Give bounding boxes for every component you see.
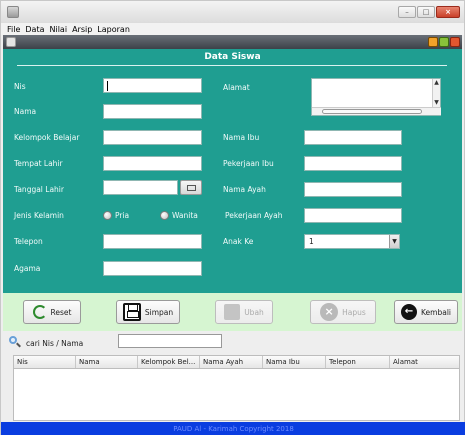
- menu-bar: File Data Nilai Arsip Laporan: [1, 23, 464, 35]
- label-nama: Nama: [14, 107, 37, 116]
- refresh-icon: [32, 305, 47, 319]
- frame-maximize-icon[interactable]: [439, 37, 449, 47]
- column-header-nis[interactable]: Nis: [14, 356, 76, 368]
- column-header-alamat[interactable]: Alamat: [390, 356, 459, 368]
- ubah-button[interactable]: Ubah: [215, 300, 273, 324]
- anak-ke-select[interactable]: 1 ▼: [304, 234, 400, 249]
- column-header-kelompok-belajar[interactable]: Kelompok Bel...: [138, 356, 200, 368]
- nis-input[interactable]: [103, 78, 202, 93]
- nama-ayah-input[interactable]: [304, 182, 402, 197]
- reset-button-label: Reset: [50, 307, 72, 317]
- ubah-button-label: Ubah: [244, 307, 264, 317]
- delete-icon: ×: [320, 303, 339, 321]
- button-bar: Reset Simpan Ubah × Hapus ← Kembali: [3, 293, 462, 331]
- form-panel: Data Siswa Nis Nama Kelompok Belajar Tem…: [3, 49, 462, 293]
- alamat-vertical-scrollbar[interactable]: ▲ ▼: [432, 79, 440, 108]
- app-window: – □ × File Data Nilai Arsip Laporan Data…: [0, 0, 465, 435]
- back-arrow-icon: ←: [401, 304, 417, 320]
- label-telepon: Telepon: [14, 237, 43, 246]
- menu-file[interactable]: File: [7, 25, 20, 34]
- window-controls: – □ ×: [397, 6, 460, 18]
- app-icon: [7, 6, 19, 18]
- scroll-down-icon[interactable]: ▼: [433, 99, 440, 107]
- menu-nilai[interactable]: Nilai: [50, 25, 68, 34]
- frame-minimize-icon[interactable]: [428, 37, 438, 47]
- form-title: Data Siswa: [204, 52, 261, 62]
- label-nama-ibu: Nama Ibu: [223, 133, 260, 142]
- siswa-table[interactable]: Nis Nama Kelompok Bel... Nama Ayah Nama …: [13, 355, 460, 421]
- column-header-nama-ibu[interactable]: Nama Ibu: [263, 356, 326, 368]
- menu-arsip[interactable]: Arsip: [72, 25, 92, 34]
- label-pekerjaan-ibu: Pekerjaan Ibu: [223, 159, 274, 168]
- frame-controls: [427, 37, 460, 47]
- table-header: Nis Nama Kelompok Bel... Nama Ayah Nama …: [14, 356, 459, 369]
- kelompok-belajar-input[interactable]: [103, 130, 202, 145]
- hapus-button[interactable]: × Hapus: [310, 300, 376, 324]
- search-label: cari Nis / Nama: [26, 339, 84, 348]
- label-tanggal-lahir: Tanggal Lahir: [14, 185, 64, 194]
- label-pekerjaan-ayah: Pekerjaan Ayah: [225, 211, 283, 220]
- simpan-button-label: Simpan: [144, 307, 174, 317]
- column-header-telepon[interactable]: Telepon: [326, 356, 390, 368]
- alamat-textarea[interactable]: ▲ ▼: [311, 78, 441, 116]
- hapus-button-label: Hapus: [342, 307, 366, 317]
- save-icon: [122, 303, 141, 321]
- title-bar: – □ ×: [1, 1, 464, 23]
- agama-input[interactable]: [103, 261, 202, 276]
- nama-input[interactable]: [103, 104, 202, 119]
- radio-wanita-label: Wanita: [172, 211, 198, 220]
- menu-data[interactable]: Data: [25, 25, 44, 34]
- label-nama-ayah: Nama Ayah: [223, 185, 266, 194]
- text-caret: [107, 81, 108, 91]
- alamat-horizontal-scrollbar[interactable]: [312, 107, 441, 115]
- menu-laporan[interactable]: Laporan: [97, 25, 130, 34]
- maximize-icon[interactable]: □: [417, 6, 435, 18]
- label-jenis-kelamin: Jenis Kelamin: [14, 211, 64, 220]
- calendar-button[interactable]: [180, 180, 202, 195]
- footer: PAUD Al - Karimah Copyright 2018: [1, 422, 465, 435]
- chevron-down-icon[interactable]: ▼: [389, 235, 399, 248]
- label-nis: Nis: [14, 82, 26, 91]
- nama-ibu-input[interactable]: [304, 130, 402, 145]
- pekerjaan-ayah-input[interactable]: [304, 208, 402, 223]
- radio-wanita[interactable]: [160, 211, 169, 220]
- internal-frame-header: [3, 35, 462, 49]
- kembali-button[interactable]: ← Kembali: [394, 300, 458, 324]
- simpan-button[interactable]: Simpan: [116, 300, 180, 324]
- reset-button[interactable]: Reset: [23, 300, 81, 324]
- column-header-nama[interactable]: Nama: [76, 356, 138, 368]
- tanggal-lahir-input[interactable]: [103, 180, 178, 195]
- label-anak-ke: Anak Ke: [223, 237, 254, 246]
- radio-pria-label: Pria: [115, 211, 130, 220]
- minimize-icon[interactable]: –: [398, 6, 416, 18]
- edit-icon: [224, 304, 241, 320]
- label-tempat-lahir: Tempat Lahir: [14, 159, 63, 168]
- search-input[interactable]: [118, 334, 222, 348]
- scroll-up-icon[interactable]: ▲: [433, 79, 440, 87]
- column-header-nama-ayah[interactable]: Nama Ayah: [200, 356, 263, 368]
- radio-pria[interactable]: [103, 211, 112, 220]
- horizontal-scroll-thumb[interactable]: [322, 109, 422, 114]
- label-alamat: Alamat: [223, 83, 250, 92]
- kembali-button-label: Kembali: [421, 307, 451, 317]
- pekerjaan-ibu-input[interactable]: [304, 156, 402, 171]
- telepon-input[interactable]: [103, 234, 202, 249]
- tempat-lahir-input[interactable]: [103, 156, 202, 171]
- anak-ke-value: 1: [309, 237, 314, 246]
- label-agama: Agama: [14, 264, 41, 273]
- title-divider: [17, 65, 447, 66]
- label-kelompok-belajar: Kelompok Belajar: [14, 133, 80, 142]
- close-icon[interactable]: ×: [436, 6, 460, 18]
- search-icon: [9, 336, 21, 348]
- frame-icon: [6, 37, 16, 47]
- frame-close-icon[interactable]: [450, 37, 460, 47]
- calendar-icon: [187, 185, 196, 191]
